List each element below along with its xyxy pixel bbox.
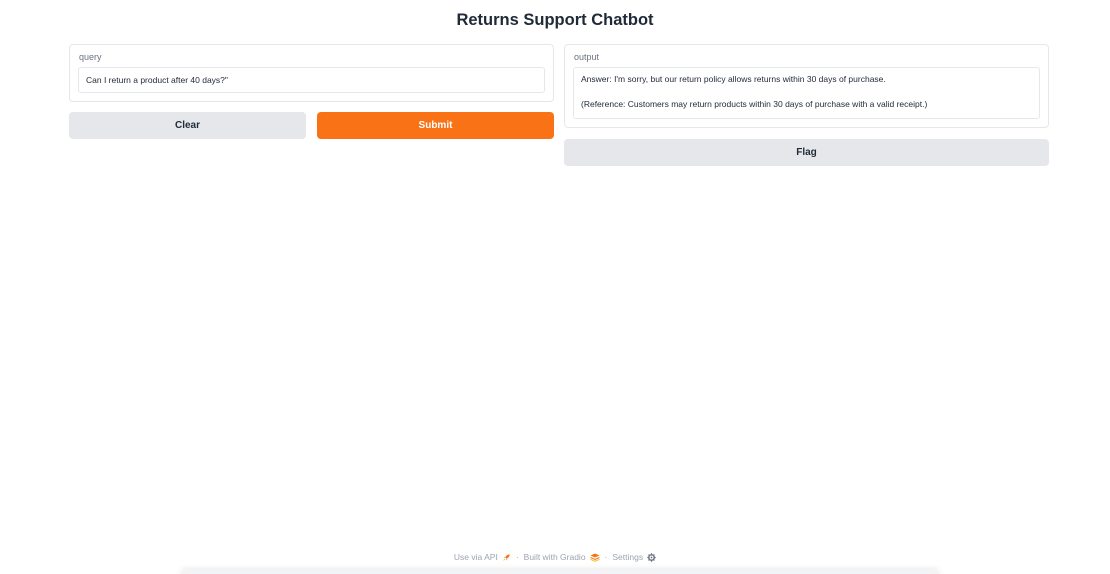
query-input[interactable] [78, 67, 545, 93]
use-via-api-link[interactable]: Use via API [454, 552, 511, 562]
settings-link[interactable]: Settings [612, 552, 656, 562]
bottom-bar-shadow [180, 570, 940, 574]
gradio-logo-icon [589, 553, 600, 562]
input-column: query Clear Submit [69, 44, 554, 139]
clear-button[interactable]: Clear [69, 112, 306, 139]
action-buttons: Clear Submit [69, 112, 554, 139]
output-label: output [574, 52, 600, 62]
output-spacer [581, 86, 1032, 98]
output-answer-text: Answer: I'm sorry, but our return policy… [581, 74, 886, 84]
built-with-gradio-label: Built with Gradio [523, 552, 586, 562]
settings-label: Settings [612, 552, 644, 562]
query-label: query [79, 52, 102, 62]
output-reference-text: (Reference: Customers may return product… [581, 99, 928, 109]
footer: Use via API · Built with Gradio · Settin… [0, 552, 1110, 562]
app-page: Returns Support Chatbot query Clear Subm… [0, 0, 1110, 574]
footer-separator: · [604, 552, 608, 562]
submit-button[interactable]: Submit [317, 112, 554, 139]
query-panel: query [69, 44, 554, 102]
use-via-api-label: Use via API [453, 552, 498, 562]
footer-separator: · [515, 552, 519, 562]
output-textbox[interactable]: Answer: I'm sorry, but our return policy… [573, 67, 1040, 119]
built-with-gradio-link[interactable]: Built with Gradio [524, 552, 600, 562]
flag-button[interactable]: Flag [564, 139, 1049, 166]
output-panel: output Answer: I'm sorry, but our return… [564, 44, 1049, 128]
rocket-icon [502, 553, 511, 562]
page-title: Returns Support Chatbot [456, 11, 654, 29]
output-column: output Answer: I'm sorry, but our return… [564, 44, 1049, 166]
gear-icon [647, 552, 656, 562]
